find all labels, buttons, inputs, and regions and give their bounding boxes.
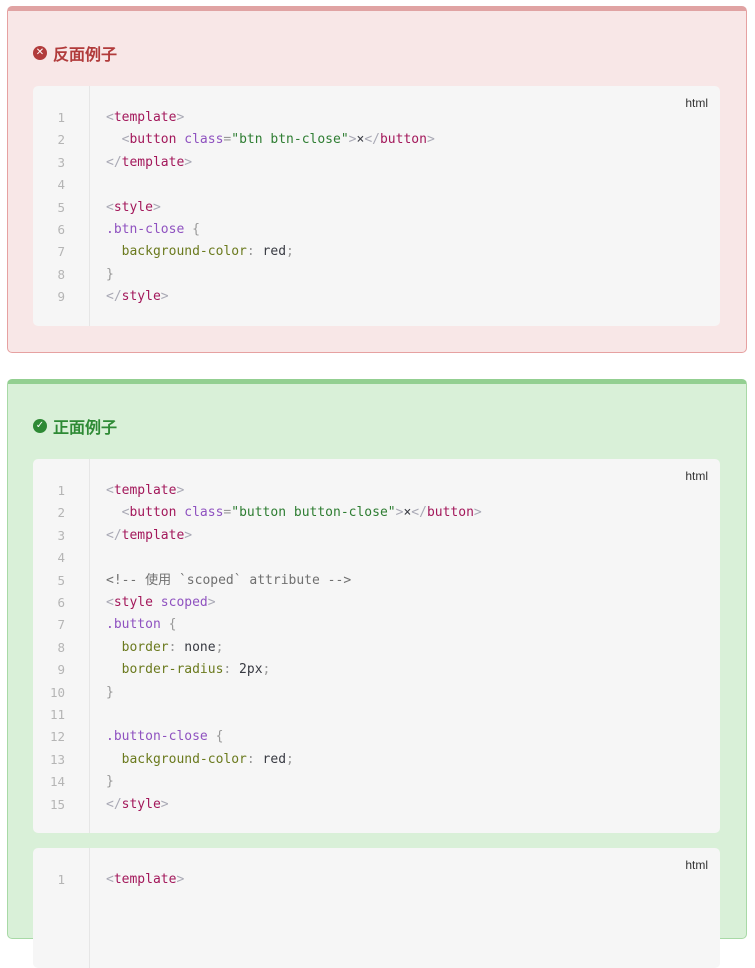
code-line: 10} [33,682,720,704]
bad-example-title: 反面例子 [53,47,118,64]
code-text: .button { [106,617,177,633]
line-number: 4 [57,177,65,193]
line-number: 1 [57,110,65,125]
code-block: html 1 <template> [33,848,720,968]
code-line: 14} [33,771,720,793]
code-text: } [106,684,114,700]
line-number: 3 [57,527,65,543]
line-number-gutter [33,848,90,968]
line-number: 3 [57,154,65,170]
code-text: background-color: red; [121,244,294,260]
code-line: 4 [33,174,720,196]
code-line: 3 </template> [33,152,720,174]
code-line: 9 border-radius: 2px; [33,659,720,681]
code-text: background-color: red; [121,751,294,767]
code-text: <button class="btn btn-close">×</button> [121,132,435,148]
code-text: .btn-close { [106,222,200,237]
code-text: </template> [106,527,193,543]
line-number: 9 [57,662,65,678]
code-text: border: none; [121,639,224,655]
line-number: 8 [57,639,65,655]
code-line: 6 <style scoped> [33,592,720,614]
code-line: 11 [33,704,720,726]
code-text: <style> [106,199,161,215]
code-line: 7 .button { [33,614,720,636]
line-number: 5 [57,572,65,588]
line-number: 4 [57,550,65,566]
line-number: 14 [49,774,65,790]
line-number: 15 [49,796,65,812]
code-text: <template> [106,872,185,887]
code-line: 3 </template> [33,525,720,547]
code-line: 7 background-color: red; [33,241,720,263]
code-text: <style scoped> [106,595,216,610]
code-text: } [106,266,114,282]
code-text: <template> [106,110,185,125]
code-text: </style> [106,796,169,812]
line-number: 1 [57,872,65,887]
code-line: 2 <button class="button button-close">×<… [33,502,720,524]
code-line: 2 <button class="btn btn-close">×</butto… [33,129,720,151]
x-circle-icon: ✕ [33,46,47,60]
code-line: 13 background-color: red; [33,749,720,771]
line-number: 2 [57,132,65,148]
code-line: 1 <template> [33,480,720,502]
code-line: 5 <!-- 使用 `scoped` attribute --> [33,570,720,592]
good-example-panel: ✓ 正面例子 html 1 <template> 2 <button class="… [7,379,747,968]
line-number: 1 [57,483,65,498]
code-text: .button-close { [106,729,224,745]
code-line: 1 <template> [33,107,720,129]
line-number: 8 [57,266,65,282]
code-line: 6 .btn-close { [33,219,720,241]
line-number: 5 [57,199,65,215]
code-line: 1 <template> [33,869,720,891]
bad-example-heading: ✕ 反面例子 [33,41,117,65]
line-number: 7 [57,617,65,633]
code-text: </style> [106,289,169,305]
code-line: 8} [33,264,720,286]
good-example-title: 正面例子 [53,420,118,437]
line-number: 7 [57,244,65,260]
good-example-heading: ✓ 正面例子 [33,414,117,438]
code-block: html 1 <template> 2 <button class="btn btn… [33,86,720,326]
code-line: 5 <style> [33,197,720,219]
line-number: 6 [57,222,65,237]
code-text: </template> [106,154,193,170]
line-number: 12 [49,729,65,745]
code-block: html 1 <template> 2 <button class="button … [33,459,720,833]
code-text: border-radius: 2px; [121,662,271,678]
code-line: 15 </style> [33,794,720,816]
line-number: 11 [49,707,65,722]
code-line: 9 </style> [33,286,720,308]
line-number: 6 [57,595,65,610]
code-line: 8 border: none; [33,637,720,659]
line-number: 10 [49,684,65,700]
code-text: } [106,774,114,790]
bad-example-panel: ✕ 反面例子 html 1 <template> 2 <button class="… [7,6,747,353]
code-line: 4 [33,547,720,569]
code-text: <!-- 使用 `scoped` attribute --> [106,572,352,588]
line-number: 2 [57,505,65,521]
line-number: 13 [49,751,65,767]
line-number: 9 [57,289,65,305]
code-text: <template> [106,483,185,498]
code-text: <button class="button button-close">×</b… [121,505,482,521]
code-line: 12 .button-close { [33,726,720,748]
check-circle-icon: ✓ [33,419,47,433]
